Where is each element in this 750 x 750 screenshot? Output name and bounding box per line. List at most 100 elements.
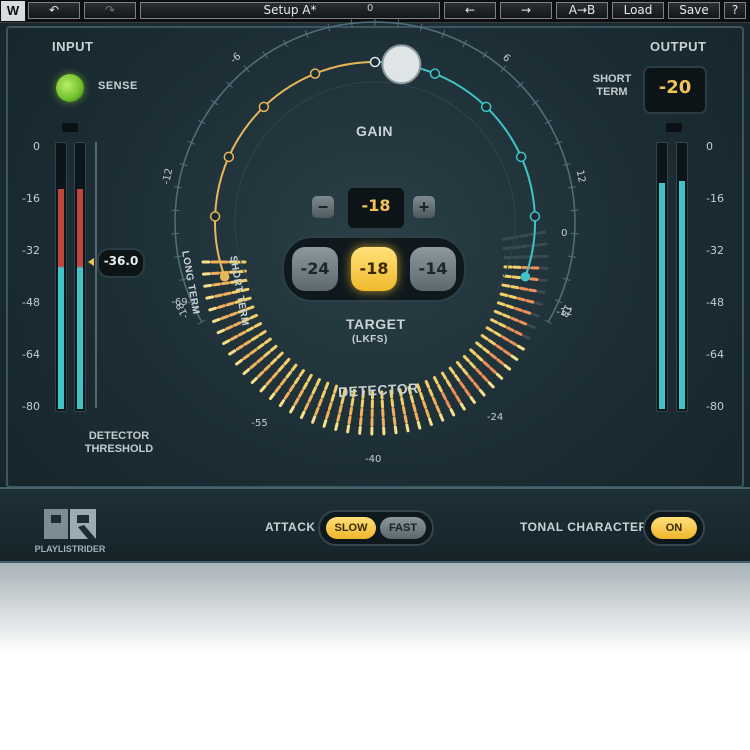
detector-bar-segment <box>536 230 546 235</box>
target-unit: (LKFS) <box>352 334 388 345</box>
tonal-character-toggle[interactable]: ON <box>651 517 697 539</box>
detector-bar-segment <box>469 395 476 404</box>
detector-bar-segment <box>288 384 296 393</box>
gain-step-dot <box>309 68 321 79</box>
detector-bar-segment <box>427 417 433 426</box>
detector-bar-segment <box>538 242 548 247</box>
gain-arc-tick <box>531 99 539 106</box>
detector-bar-segment <box>249 348 258 355</box>
detector-bar-segment <box>224 324 234 331</box>
detector-bar-segment <box>283 357 291 366</box>
gain-arc-tick <box>211 99 219 106</box>
detector-bar-segment <box>256 356 264 364</box>
gain-minus-button[interactable]: − <box>312 196 334 218</box>
detector-bar-segment <box>448 366 456 375</box>
detector-bar-segment <box>311 386 318 395</box>
detector-bar-segment <box>293 376 300 385</box>
detector-bar-segment <box>257 370 265 378</box>
target-label: TARGET <box>346 316 406 332</box>
detector-bar-segment <box>435 404 441 414</box>
attack-fast-button[interactable]: FAST <box>380 517 426 539</box>
detector-bar-segment <box>311 415 317 424</box>
detector-bar-segment <box>346 424 351 434</box>
target-button-minus-14[interactable]: -14 <box>410 247 456 291</box>
detector-bar-segment <box>269 344 278 352</box>
detector-bar-segment <box>268 392 276 401</box>
detector-bar-segment <box>259 384 267 393</box>
detector-bar-segment <box>469 361 477 369</box>
detector-bar-segment <box>461 367 469 376</box>
detector-bar-segment <box>489 366 497 374</box>
detector-bar-segment <box>289 405 296 414</box>
detector-bar-segment <box>276 351 284 359</box>
gain-step-dot <box>209 211 221 222</box>
detector-scale-label: -69 <box>171 297 188 309</box>
detector-bar-segment <box>203 283 213 288</box>
detector-scale-label: -24 <box>486 412 504 424</box>
detector-bar-segment <box>510 285 520 290</box>
attack-selector: SLOW FAST <box>318 510 434 546</box>
tonal-character-toggle-frame: ON <box>643 510 705 546</box>
detector-bar-segment <box>438 413 445 422</box>
detector-bar-segment <box>317 398 323 408</box>
detector-bar-segment <box>469 348 477 356</box>
detector-bar-segment <box>529 277 539 282</box>
detector-bar-segment <box>501 283 511 288</box>
detector-bar-segment <box>285 370 292 379</box>
detector-bar-segment <box>222 291 232 296</box>
detector-bar-segment <box>503 363 512 371</box>
gain-readout[interactable]: -18 <box>346 186 406 230</box>
detector-bar-segment <box>307 394 314 403</box>
detector-bar-segment <box>325 410 330 420</box>
detector-bar-segment <box>279 377 287 386</box>
detector-bar-segment <box>536 289 546 294</box>
detector-bar-segment <box>496 358 505 365</box>
gain-step-dot <box>480 101 492 113</box>
detector-bar-segment <box>450 386 457 396</box>
detector-bar-segment <box>271 371 279 379</box>
detector-bar-segment <box>485 326 494 333</box>
detector-bar-segment <box>445 379 452 388</box>
detector-bar-segment <box>392 416 397 426</box>
detector-bar-segment <box>263 350 271 358</box>
gain-step-dot <box>429 68 441 79</box>
gain-step-dot <box>219 271 230 282</box>
detector-bar-segment <box>499 292 509 297</box>
detector-bar-segment <box>534 301 544 306</box>
detector-bar-segment <box>258 330 267 337</box>
detector-bar-segment <box>324 381 330 391</box>
detector-bar-segment <box>440 371 448 380</box>
detector-bar-segment <box>495 372 504 380</box>
target-button-minus-18[interactable]: -18 <box>351 247 397 291</box>
gain-plus-button[interactable]: + <box>413 196 435 218</box>
detector-bar-segment <box>502 349 511 356</box>
gain-step-dot <box>520 271 531 282</box>
detector-bar-segment <box>493 330 502 337</box>
detector-bar-segment <box>250 376 259 384</box>
gain-step-dot <box>529 211 541 222</box>
detector-bar-segment <box>481 374 489 382</box>
detector-bar-segment <box>302 381 309 390</box>
gain-step-dot <box>515 151 527 163</box>
detector-bar-segment <box>297 389 304 398</box>
target-button-minus-24[interactable]: -24 <box>292 247 338 291</box>
detector-bar-segment <box>522 334 531 340</box>
detector-bar-segment <box>501 236 511 241</box>
detector-bar-segment <box>391 407 396 417</box>
detector-bar-segment <box>445 400 452 409</box>
gain-scale-label: 0 <box>367 3 374 14</box>
attack-slow-button[interactable]: SLOW <box>326 517 376 539</box>
detector-bar-segment <box>336 413 341 423</box>
detector-bar-segment <box>462 354 470 363</box>
detector-bar-segment <box>496 301 506 307</box>
detector-bar-segment <box>242 368 251 376</box>
detector-bar-segment <box>520 244 530 249</box>
gain-arc-tick <box>397 19 400 28</box>
detector-bar-segment <box>235 344 244 351</box>
detector-bar-segment <box>314 406 320 416</box>
detector-bar-segment <box>495 344 504 351</box>
detector-bar-segment <box>403 414 408 424</box>
detector-bar-segment <box>525 299 535 304</box>
detector-bar-segment <box>473 381 480 390</box>
detector-bar-segment <box>527 323 536 329</box>
